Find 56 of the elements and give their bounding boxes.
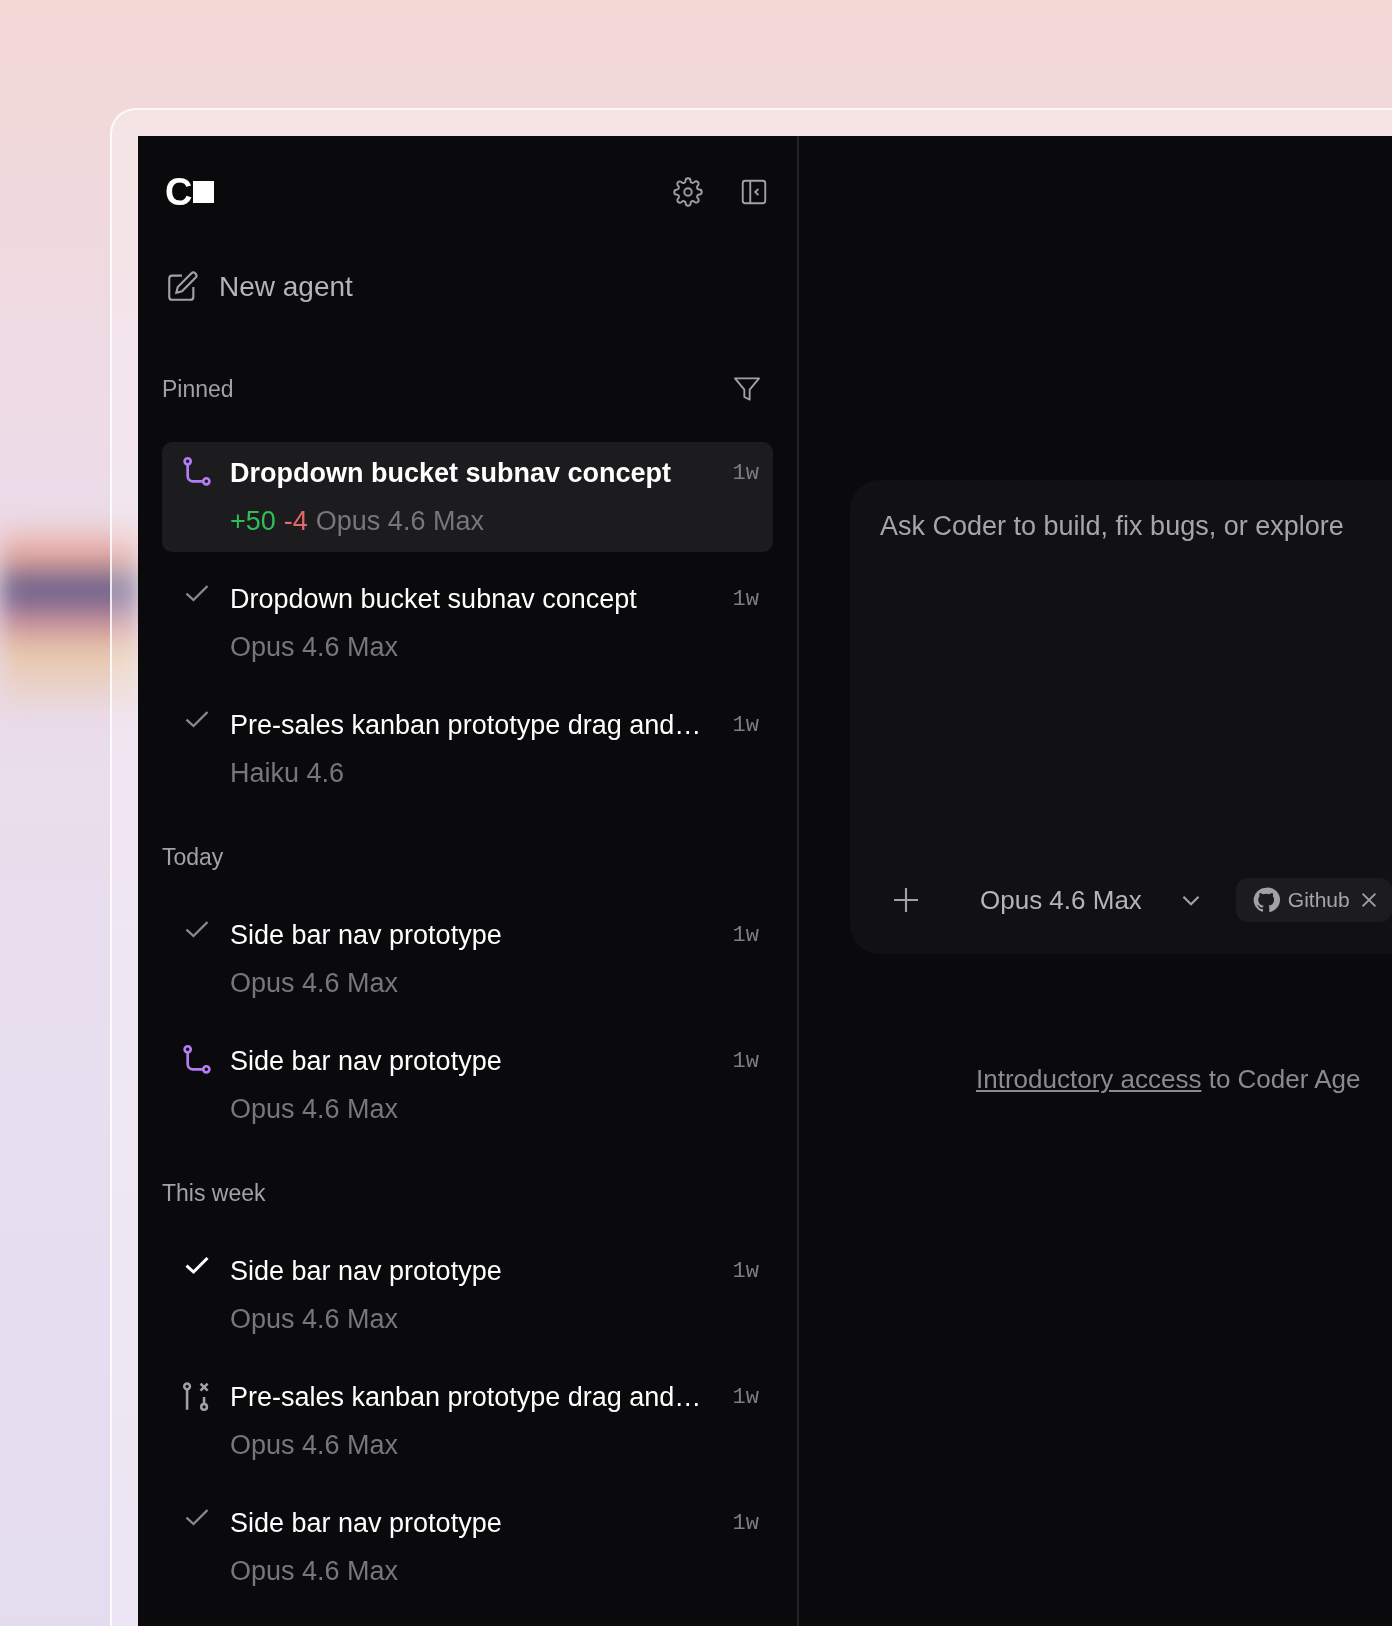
age-label: 1w: [732, 712, 759, 738]
model-label: Opus 4.6 Max: [230, 631, 399, 663]
lines-added: +50: [230, 505, 276, 537]
agent-title: Pre-sales kanban prototype drag and…: [230, 709, 702, 741]
age-label: 1w: [732, 1510, 759, 1536]
access-note: Introductory access to Coder Age: [976, 1064, 1362, 1095]
agent-item[interactable]: Dropdown bucket subnav concept 1w Opus 4.6 Max: [162, 568, 773, 678]
repo-chip[interactable]: Github: [1235, 878, 1392, 922]
agent-item[interactable]: Side bar nav prototype 1w Opus 4.6 Max: [162, 1492, 773, 1602]
lines-removed: -4: [283, 505, 308, 537]
github-icon: [1251, 886, 1280, 914]
check-icon: [183, 708, 211, 730]
section-label: Today: [162, 843, 224, 871]
agent-title: Side bar nav prototype: [230, 1507, 502, 1539]
check-icon: [183, 1254, 211, 1276]
new-agent-button[interactable]: New agent: [162, 270, 353, 304]
agent-item[interactable]: Side bar nav prototype 1w Opus 4.6 Max: [162, 1030, 773, 1140]
agent-item[interactable]: Pre-sales kanban prototype drag and… 1w Opus 4.6 Max: [162, 1366, 773, 1476]
branch-icon: [181, 1044, 213, 1076]
check-icon: [183, 918, 211, 940]
agent-title: Side bar nav prototype: [230, 919, 502, 951]
compose-icon: [165, 270, 199, 304]
introductory-access-link[interactable]: Introductory access: [976, 1064, 1202, 1094]
prompt-field[interactable]: Ask Coder to build, fix bugs, or explore: [880, 508, 1392, 544]
age-label: 1w: [732, 922, 759, 948]
model-label: Haiku 4.6: [230, 757, 345, 789]
agent-title: Side bar nav prototype: [230, 1255, 502, 1287]
model-label: Opus 4.6 Max: [230, 1303, 399, 1335]
model-label: Opus 4.6 Max: [230, 1429, 399, 1461]
check-icon: [183, 1506, 211, 1528]
agent-item[interactable]: Dropdown bucket subnav concept 1w +50 -4 Opus 4.6 Max: [162, 442, 773, 552]
model-dropdown[interactable]: Opus 4.6 Max: [980, 884, 1204, 916]
logo: C: [165, 173, 215, 211]
age-label: 1w: [732, 1048, 759, 1074]
collapse-sidebar-icon[interactable]: [739, 177, 769, 207]
model-label: Opus 4.6 Max: [230, 1093, 399, 1125]
agent-item[interactable]: Pre-sales kanban prototype drag and… 1w Haiku 4.6: [162, 694, 773, 804]
age-label: 1w: [732, 586, 759, 612]
model-label: Opus 4.6 Max: [230, 1555, 399, 1587]
agent-item[interactable]: Side bar nav prototype 1w Opus 4.6 Max: [162, 1240, 773, 1350]
age-label: 1w: [732, 1384, 759, 1410]
agent-item[interactable]: Side bar nav prototype 1w Opus 4.6 Max: [162, 904, 773, 1014]
settings-icon[interactable]: [673, 177, 703, 207]
check-icon: [183, 582, 211, 604]
agent-title: Pre-sales kanban prototype drag and…: [230, 1381, 702, 1413]
model-label: Opus 4.6 Max: [230, 967, 399, 999]
section-label: Pinned: [162, 375, 234, 403]
age-label: 1w: [732, 1258, 759, 1284]
branch-icon: [181, 456, 213, 488]
agent-title: Dropdown bucket subnav concept: [230, 457, 672, 489]
prompt-composer[interactable]: Ask Coder to build, fix bugs, or explore Opus 4.6 Max Github: [850, 480, 1392, 954]
age-label: 1w: [732, 460, 759, 486]
agent-title: Dropdown bucket subnav concept: [230, 583, 637, 615]
agent-title: Side bar nav prototype: [230, 1045, 502, 1077]
model-label: Opus 4.6 Max: [315, 505, 484, 537]
section-label: This week: [162, 1179, 266, 1207]
